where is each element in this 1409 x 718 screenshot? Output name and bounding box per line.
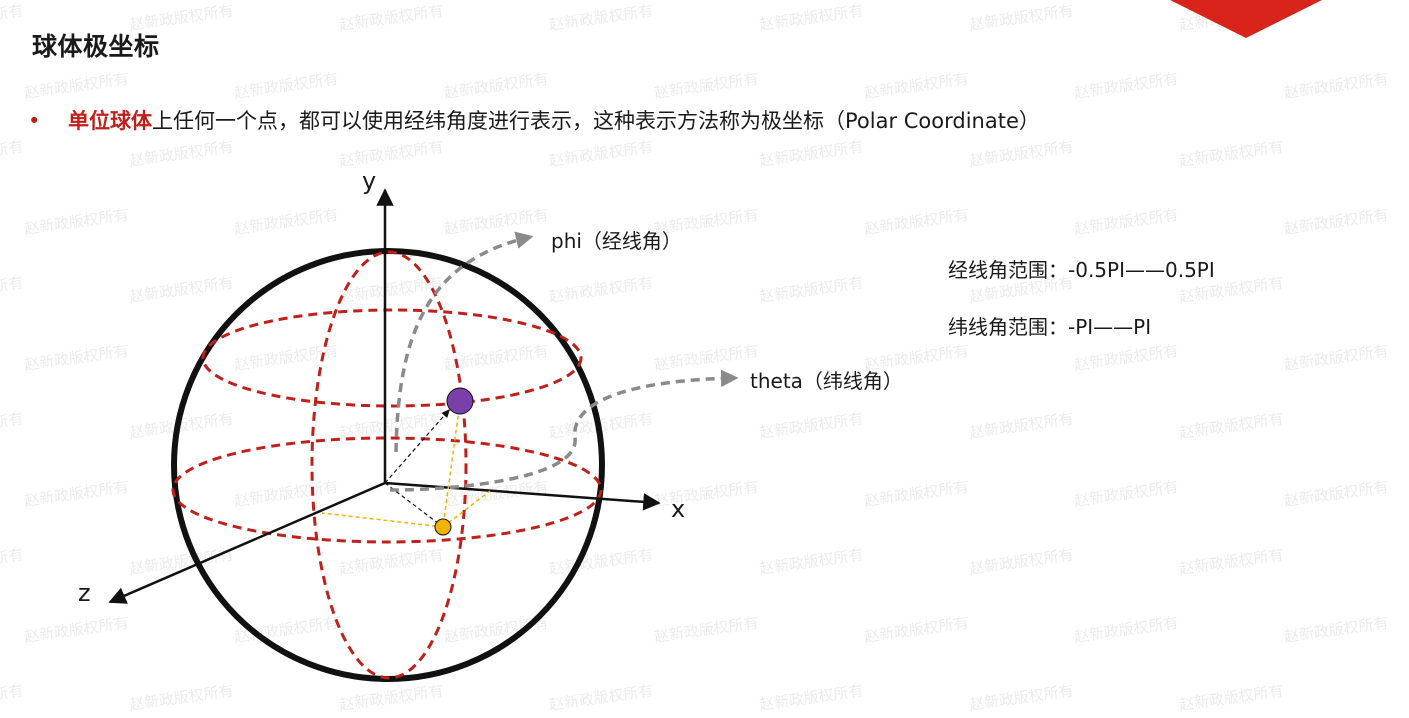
longitude-range-text: 经线角范围：-0.5PI——0.5PI <box>948 258 1215 282</box>
x-axis-label: x <box>671 495 685 523</box>
equator-ring <box>171 436 603 544</box>
latitude-range-text: 纬线角范围：-PI——PI <box>948 315 1152 339</box>
y-axis-label: y <box>362 167 376 195</box>
z-axis <box>108 481 386 604</box>
theta-annotation-arrow <box>389 369 739 492</box>
sphere-outline <box>171 248 605 682</box>
surface-point <box>446 387 474 415</box>
z-axis-label: z <box>78 579 91 607</box>
projection-drop-line <box>442 401 461 528</box>
theta-label: theta（纬线角） <box>750 369 903 393</box>
projection-z-line <box>321 512 444 528</box>
meridian-ring <box>310 250 468 680</box>
x-axis <box>384 481 661 511</box>
phi-label: phi（经线角） <box>551 229 682 253</box>
sphere-diagram: y x z phi（经线角） theta（纬线角） <box>78 167 903 682</box>
projected-point <box>434 518 452 536</box>
upper-latitude-ring <box>201 308 583 408</box>
